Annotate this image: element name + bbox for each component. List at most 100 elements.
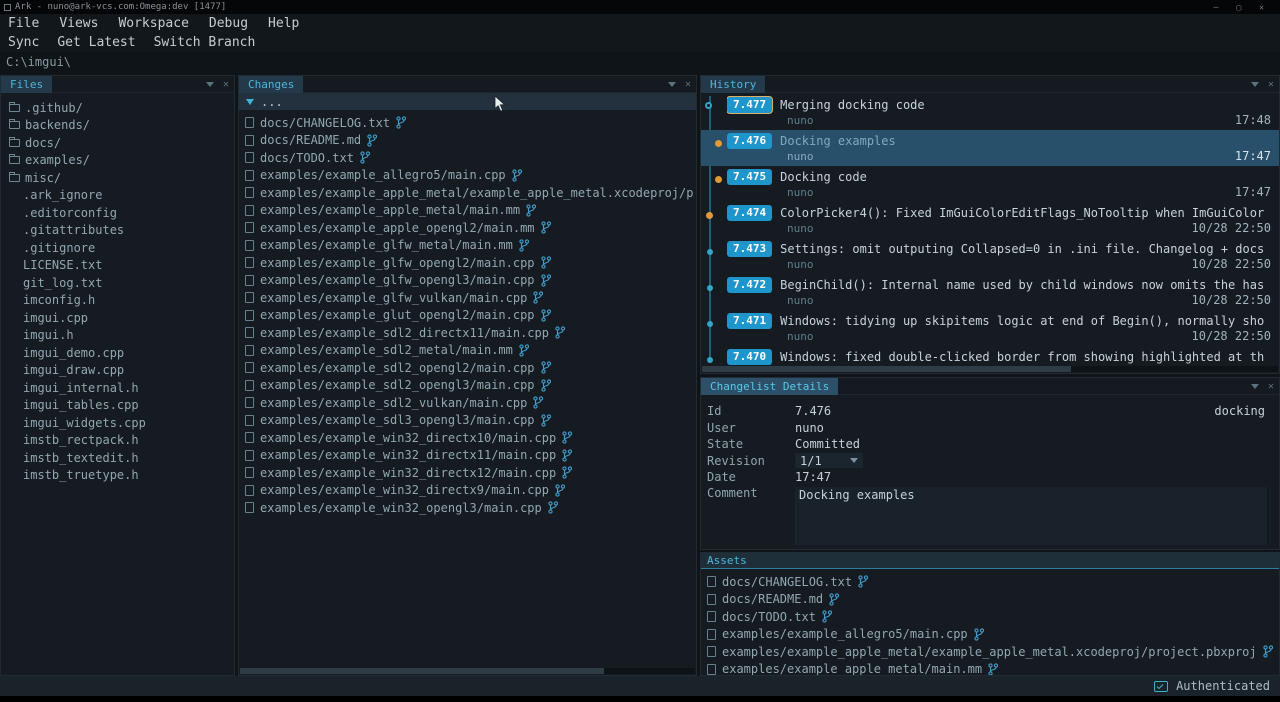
changed-file-row[interactable]: examples/example_sdl2_vulkan/main.cpp xyxy=(239,394,696,412)
changed-file-row[interactable]: examples/example_apple_metal/main.mm xyxy=(239,202,696,220)
changed-file-row[interactable]: examples/example_sdl2_metal/main.mm xyxy=(239,342,696,360)
changed-file-row[interactable]: examples/example_win32_directx11/main.cp… xyxy=(239,447,696,465)
authenticated-icon xyxy=(1154,681,1168,692)
file-tree-item[interactable]: LICENSE.txt xyxy=(1,257,234,275)
asset-row[interactable]: examples/example_apple_metal/example_app… xyxy=(701,643,1279,661)
changes-horizontal-scrollbar[interactable] xyxy=(240,668,695,674)
history-row[interactable]: 7.477 Merging docking code nuno 17:48 xyxy=(701,94,1279,130)
file-tree-item[interactable]: .ark_ignore xyxy=(1,187,234,205)
revision-select[interactable]: 1/1 xyxy=(795,453,863,468)
toolbar-button[interactable]: Sync xyxy=(8,35,39,50)
file-tree-item[interactable]: git_log.txt xyxy=(1,274,234,292)
close-button[interactable]: ✕ xyxy=(1259,3,1264,12)
filter-icon[interactable] xyxy=(1251,384,1259,389)
history-row[interactable]: 7.470 Windows: fixed double-clicked bord… xyxy=(701,346,1279,365)
branch-icon xyxy=(548,501,558,514)
chevron-down-icon[interactable] xyxy=(246,99,254,105)
close-icon[interactable]: ✕ xyxy=(1268,80,1274,90)
file-tree-item[interactable]: imgui_internal.h xyxy=(1,379,234,397)
changed-file-row[interactable]: docs/TODO.txt xyxy=(239,149,696,167)
changed-file-name: examples/example_sdl2_opengl3/main.cpp xyxy=(260,378,535,392)
file-tree-item[interactable]: .editorconfig xyxy=(1,204,234,222)
file-icon xyxy=(245,135,254,146)
changed-file-row[interactable]: examples/example_sdl3_opengl3/main.cpp xyxy=(239,412,696,430)
asset-row[interactable]: examples/example_allegro5/main.cpp xyxy=(701,626,1279,644)
file-tree-item[interactable]: misc/ xyxy=(1,169,234,187)
toolbar-button[interactable]: Get Latest xyxy=(57,35,135,50)
menu-item[interactable]: Views xyxy=(59,16,98,31)
files-panel-title[interactable]: Files xyxy=(1,76,52,93)
branch-icon xyxy=(367,134,377,147)
changed-file-row[interactable]: examples/example_sdl2_opengl3/main.cpp xyxy=(239,377,696,395)
history-panel-title[interactable]: History xyxy=(701,76,765,93)
file-tree-item[interactable]: imgui.cpp xyxy=(1,309,234,327)
close-icon[interactable]: ✕ xyxy=(685,80,691,90)
changed-file-row[interactable]: examples/example_glut_opengl2/main.cpp xyxy=(239,307,696,325)
toolbar-button[interactable]: Switch Branch xyxy=(154,35,256,50)
changed-file-row[interactable]: examples/example_sdl2_opengl2/main.cpp xyxy=(239,359,696,377)
file-tree-item[interactable]: imgui_demo.cpp xyxy=(1,344,234,362)
file-tree-item[interactable]: .gitattributes xyxy=(1,222,234,240)
changed-file-row[interactable]: docs/CHANGELOG.txt xyxy=(239,114,696,132)
changed-file-row[interactable]: examples/example_allegro5/main.cpp xyxy=(239,167,696,185)
close-icon[interactable]: ✕ xyxy=(223,80,229,90)
changed-file-row[interactable]: examples/example_glfw_opengl3/main.cpp xyxy=(239,272,696,290)
filter-icon[interactable] xyxy=(668,82,676,87)
file-tree-item[interactable]: docs/ xyxy=(1,134,234,152)
changed-file-row[interactable]: examples/example_apple_metal/example_app… xyxy=(239,184,696,202)
file-tree-item[interactable]: .github/ xyxy=(1,99,234,117)
file-tree-item[interactable]: imgui_tables.cpp xyxy=(1,397,234,415)
asset-row[interactable]: docs/CHANGELOG.txt xyxy=(701,573,1279,591)
changed-file-row[interactable]: docs/README.md xyxy=(239,132,696,150)
changed-file-row[interactable]: examples/example_sdl2_directx11/main.cpp xyxy=(239,324,696,342)
history-list: 7.477 Merging docking code nuno 17:48 7.… xyxy=(701,94,1279,365)
history-row[interactable]: 7.471 Windows: tidying up skipitems logi… xyxy=(701,310,1279,346)
commit-line2: nuno 10/28 22:50 xyxy=(727,258,1279,273)
asset-row[interactable]: docs/README.md xyxy=(701,591,1279,609)
details-panel-title[interactable]: Changelist Details xyxy=(701,378,838,395)
file-tree-item[interactable]: imgui_widgets.cpp xyxy=(1,414,234,432)
id-value: 7.476 xyxy=(795,404,831,418)
changed-file-row[interactable]: examples/example_glfw_metal/main.mm xyxy=(239,237,696,255)
history-horizontal-scrollbar[interactable] xyxy=(702,366,1278,372)
changed-file-row[interactable]: examples/example_glfw_opengl2/main.cpp xyxy=(239,254,696,272)
close-icon[interactable]: ✕ xyxy=(1268,382,1274,392)
history-row[interactable]: 7.475 Docking code nuno 17:47 xyxy=(701,166,1279,202)
scrollbar-thumb[interactable] xyxy=(702,366,1071,372)
changed-file-row[interactable]: examples/example_win32_directx10/main.cp… xyxy=(239,429,696,447)
history-row[interactable]: 7.473 Settings: omit outputing Collapsed… xyxy=(701,238,1279,274)
file-tree-item[interactable]: imgui.h xyxy=(1,327,234,345)
changed-file-row[interactable]: examples/example_apple_opengl2/main.mm xyxy=(239,219,696,237)
menu-item[interactable]: Workspace xyxy=(118,16,188,31)
history-row[interactable]: 7.472 BeginChild(): Internal name used b… xyxy=(701,274,1279,310)
file-name: examples/ xyxy=(25,153,90,167)
file-tree-item[interactable]: imconfig.h xyxy=(1,292,234,310)
asset-row[interactable]: examples/example_apple_metal/main.mm xyxy=(701,661,1279,677)
menu-item[interactable]: Debug xyxy=(209,16,248,31)
filter-icon[interactable] xyxy=(1251,82,1259,87)
changed-file-row[interactable]: examples/example_win32_opengl3/main.cpp xyxy=(239,499,696,517)
maximize-button[interactable]: ▢ xyxy=(1236,3,1241,12)
file-tree-item[interactable]: imstb_rectpack.h xyxy=(1,432,234,450)
menu-item[interactable]: File xyxy=(8,16,39,31)
scrollbar-thumb[interactable] xyxy=(240,668,604,674)
file-tree-item[interactable]: imstb_textedit.h xyxy=(1,449,234,467)
file-tree-item[interactable]: imstb_truetype.h xyxy=(1,467,234,485)
changed-file-row[interactable]: examples/example_win32_directx9/main.cpp xyxy=(239,482,696,500)
file-tree-item[interactable]: imgui_draw.cpp xyxy=(1,362,234,380)
minimize-button[interactable]: ─ xyxy=(1214,3,1219,12)
file-tree-item[interactable]: examples/ xyxy=(1,152,234,170)
changes-root-row[interactable]: ... xyxy=(239,93,696,110)
file-tree-item[interactable]: backends/ xyxy=(1,117,234,135)
menu-item[interactable]: Help xyxy=(268,16,299,31)
asset-row[interactable]: docs/TODO.txt xyxy=(701,608,1279,626)
changes-panel-title[interactable]: Changes xyxy=(239,76,303,93)
comment-box[interactable]: Docking examples xyxy=(795,487,1267,545)
changed-file-row[interactable]: examples/example_glfw_vulkan/main.cpp xyxy=(239,289,696,307)
history-row[interactable]: 7.476 Docking examples nuno 17:47 xyxy=(701,130,1279,166)
changed-file-row[interactable]: examples/example_win32_directx12/main.cp… xyxy=(239,464,696,482)
history-row[interactable]: 7.474 ColorPicker4(): Fixed ImGuiColorEd… xyxy=(701,202,1279,238)
file-tree-item[interactable]: .gitignore xyxy=(1,239,234,257)
file-icon xyxy=(707,646,716,657)
filter-icon[interactable] xyxy=(206,82,214,87)
